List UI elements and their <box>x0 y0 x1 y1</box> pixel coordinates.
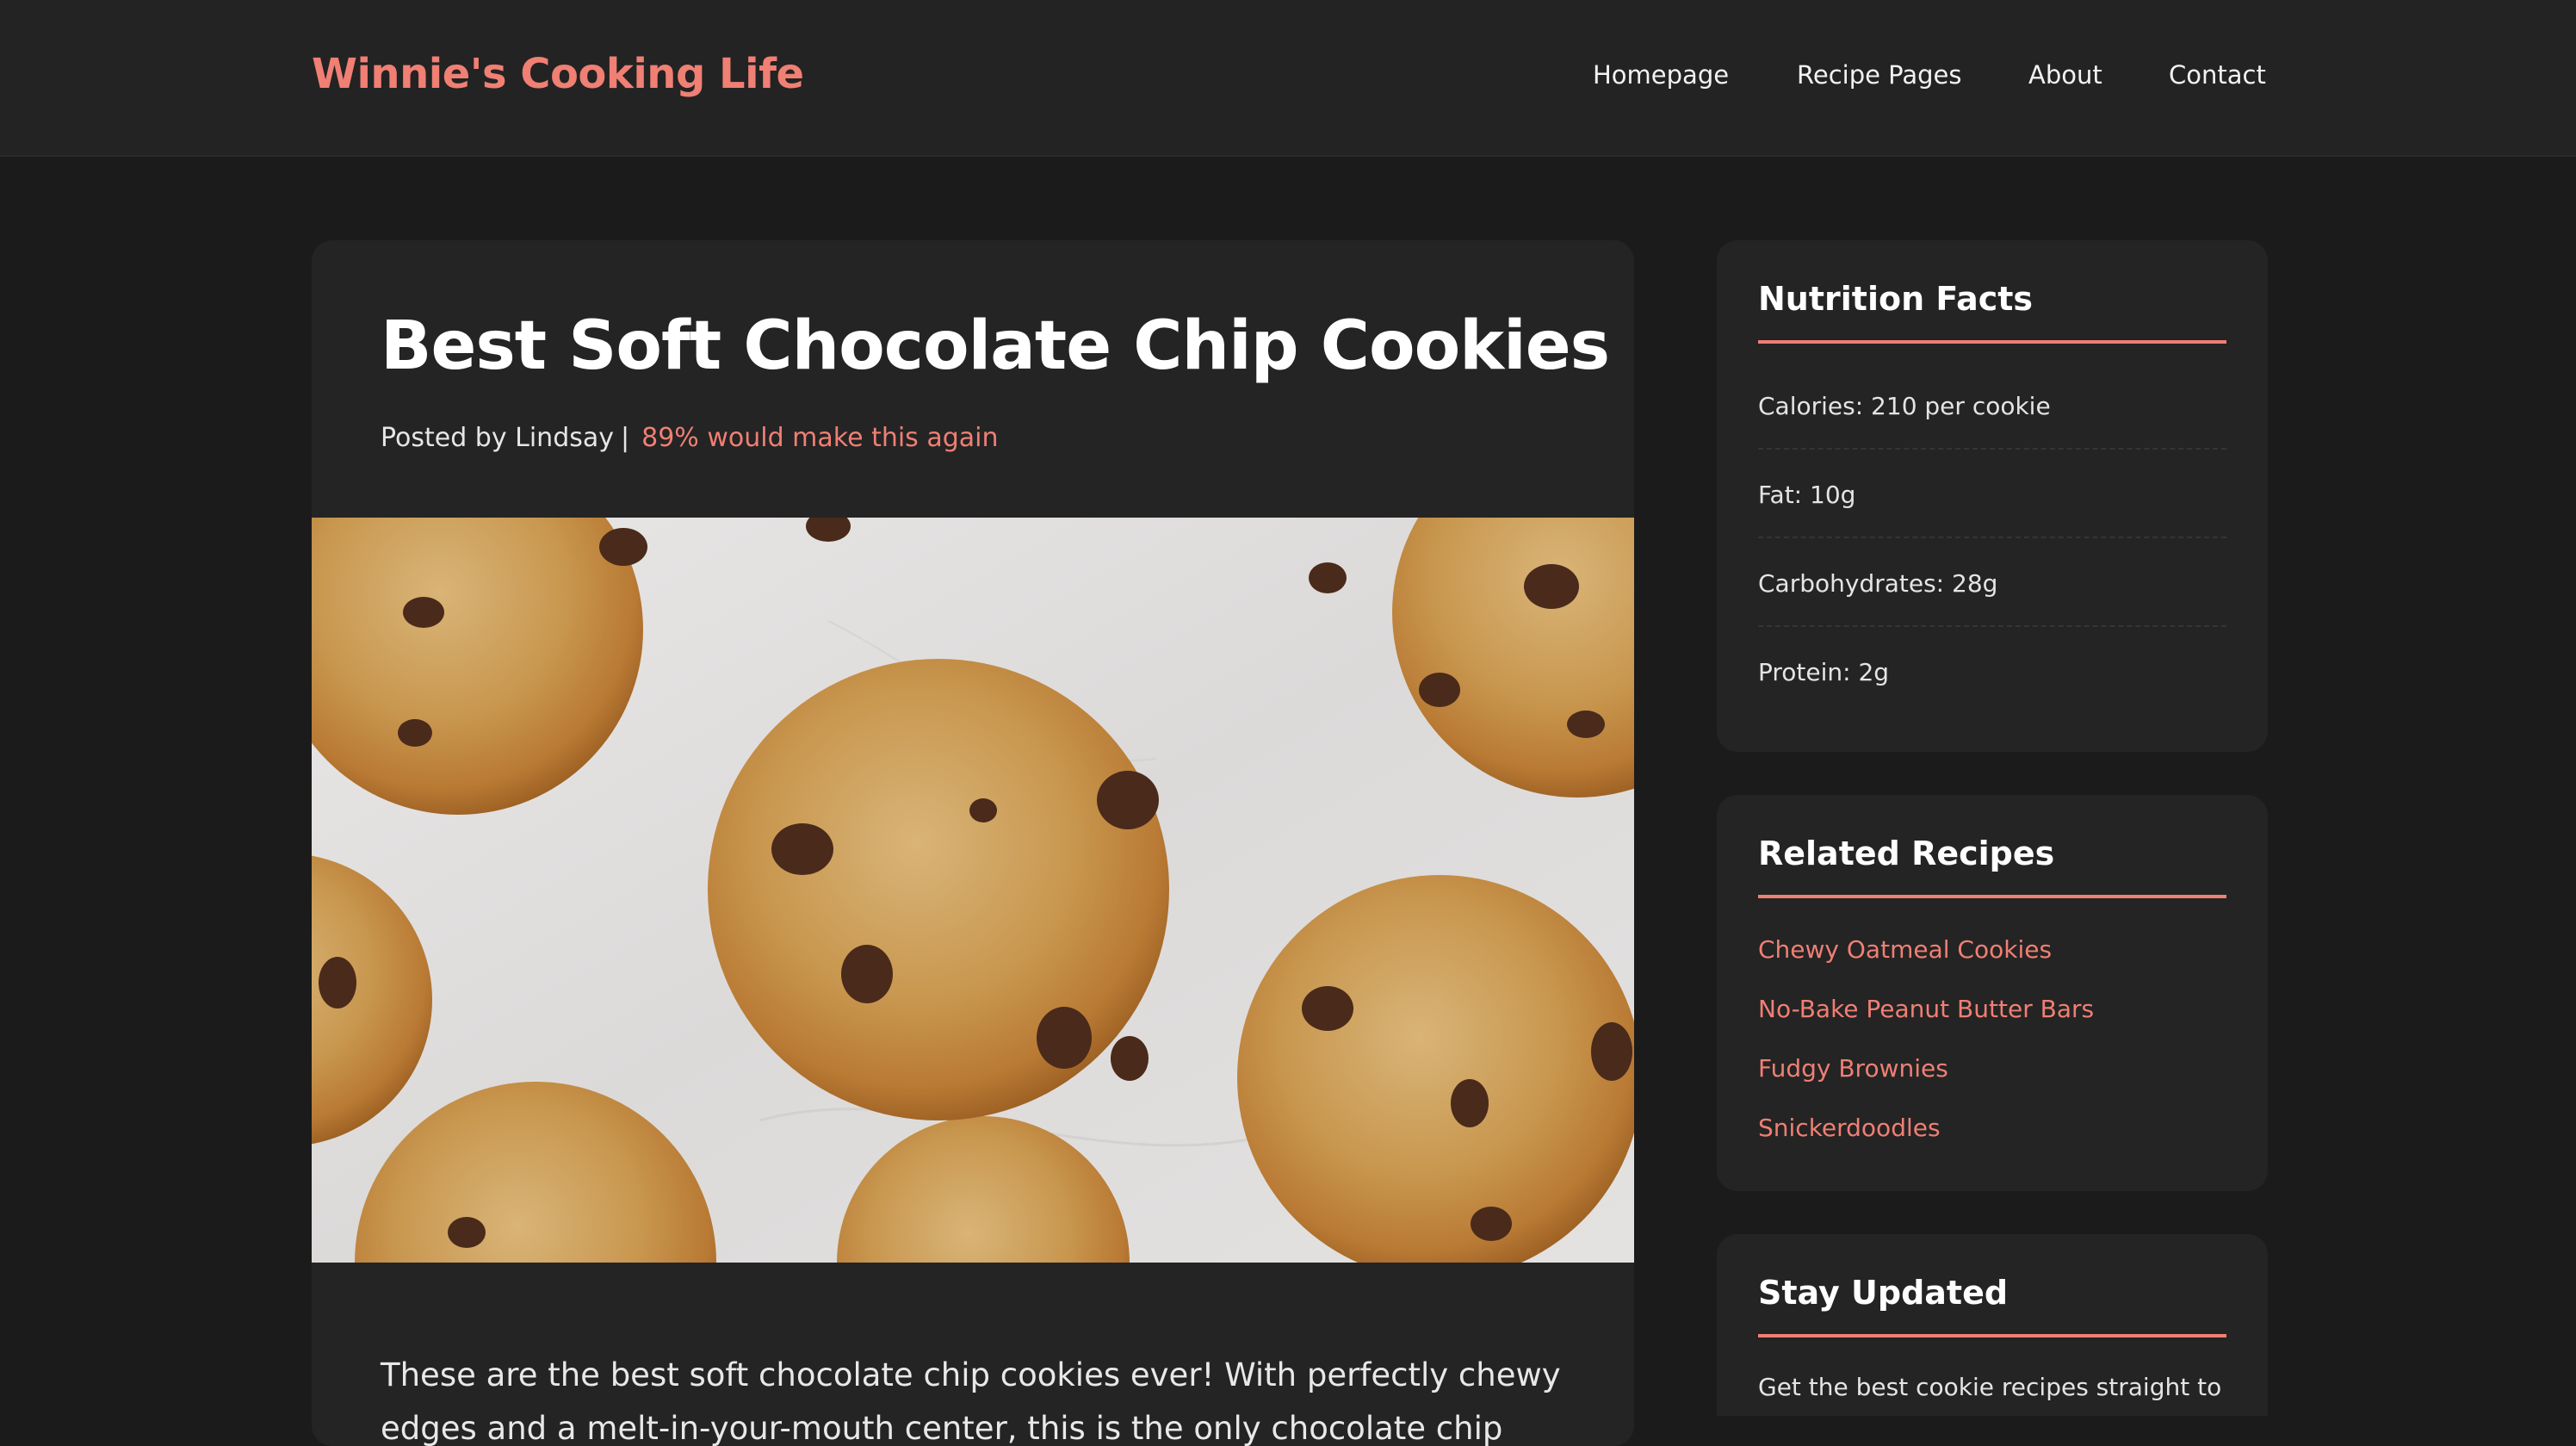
newsletter-divider <box>1758 1334 2226 1337</box>
nav-homepage[interactable]: Homepage <box>1593 60 1729 90</box>
newsletter-text: Get the best cookie recipes straight to <box>1758 1373 2222 1401</box>
nutrition-divider <box>1758 340 2226 344</box>
nav-recipe-pages[interactable]: Recipe Pages <box>1797 60 1961 90</box>
meta-separator: | <box>621 423 630 453</box>
related-link-oatmeal[interactable]: Chewy Oatmeal Cookies <box>1758 935 2052 964</box>
related-divider <box>1758 895 2226 898</box>
post-meta: Posted by Lindsay | 89% would make this ag… <box>381 423 999 453</box>
related-recipes-card: Related Recipes Chewy Oatmeal Cookies No… <box>1717 795 2268 1191</box>
recipe-intro: These are the best soft chocolate chip c… <box>381 1356 1561 1446</box>
cookies-photo <box>312 518 1634 1263</box>
newsletter-card: Stay Updated Get the best cookie recipes… <box>1717 1234 2268 1416</box>
site-header: Winnie's Cooking Life Homepage Recipe Pa… <box>0 0 2576 157</box>
post-author: Posted by Lindsay <box>381 423 615 453</box>
recipe-title: Best Soft Chocolate Chip Cookies <box>381 307 1610 385</box>
recipe-card: Best Soft Chocolate Chip Cookies Posted … <box>312 240 1634 1446</box>
related-link-snickerdoodles[interactable]: Snickerdoodles <box>1758 1114 1941 1142</box>
nutrition-calories: Calories: 210 per cookie <box>1758 361 2226 450</box>
related-link-peanut-butter-bars[interactable]: No-Bake Peanut Butter Bars <box>1758 995 2094 1023</box>
nav-contact[interactable]: Contact <box>2169 60 2266 90</box>
rating-text: 89% would make this again <box>641 423 999 453</box>
nutrition-fat: Fat: 10g <box>1758 450 2226 538</box>
nutrition-title: Nutrition Facts <box>1758 280 2034 318</box>
nutrition-protein: Protein: 2g <box>1758 658 1890 686</box>
main-nav: Homepage Recipe Pages About Contact <box>0 60 2576 95</box>
newsletter-title: Stay Updated <box>1758 1274 2009 1312</box>
recipe-hero-image <box>312 518 1634 1263</box>
nutrition-card: Nutrition Facts Calories: 210 per cookie… <box>1717 240 2268 752</box>
nutrition-carbohydrates: Carbohydrates: 28g <box>1758 538 2226 627</box>
related-recipes-title: Related Recipes <box>1758 835 2055 872</box>
related-link-brownies[interactable]: Fudgy Brownies <box>1758 1054 1948 1083</box>
nav-about[interactable]: About <box>2028 60 2102 90</box>
